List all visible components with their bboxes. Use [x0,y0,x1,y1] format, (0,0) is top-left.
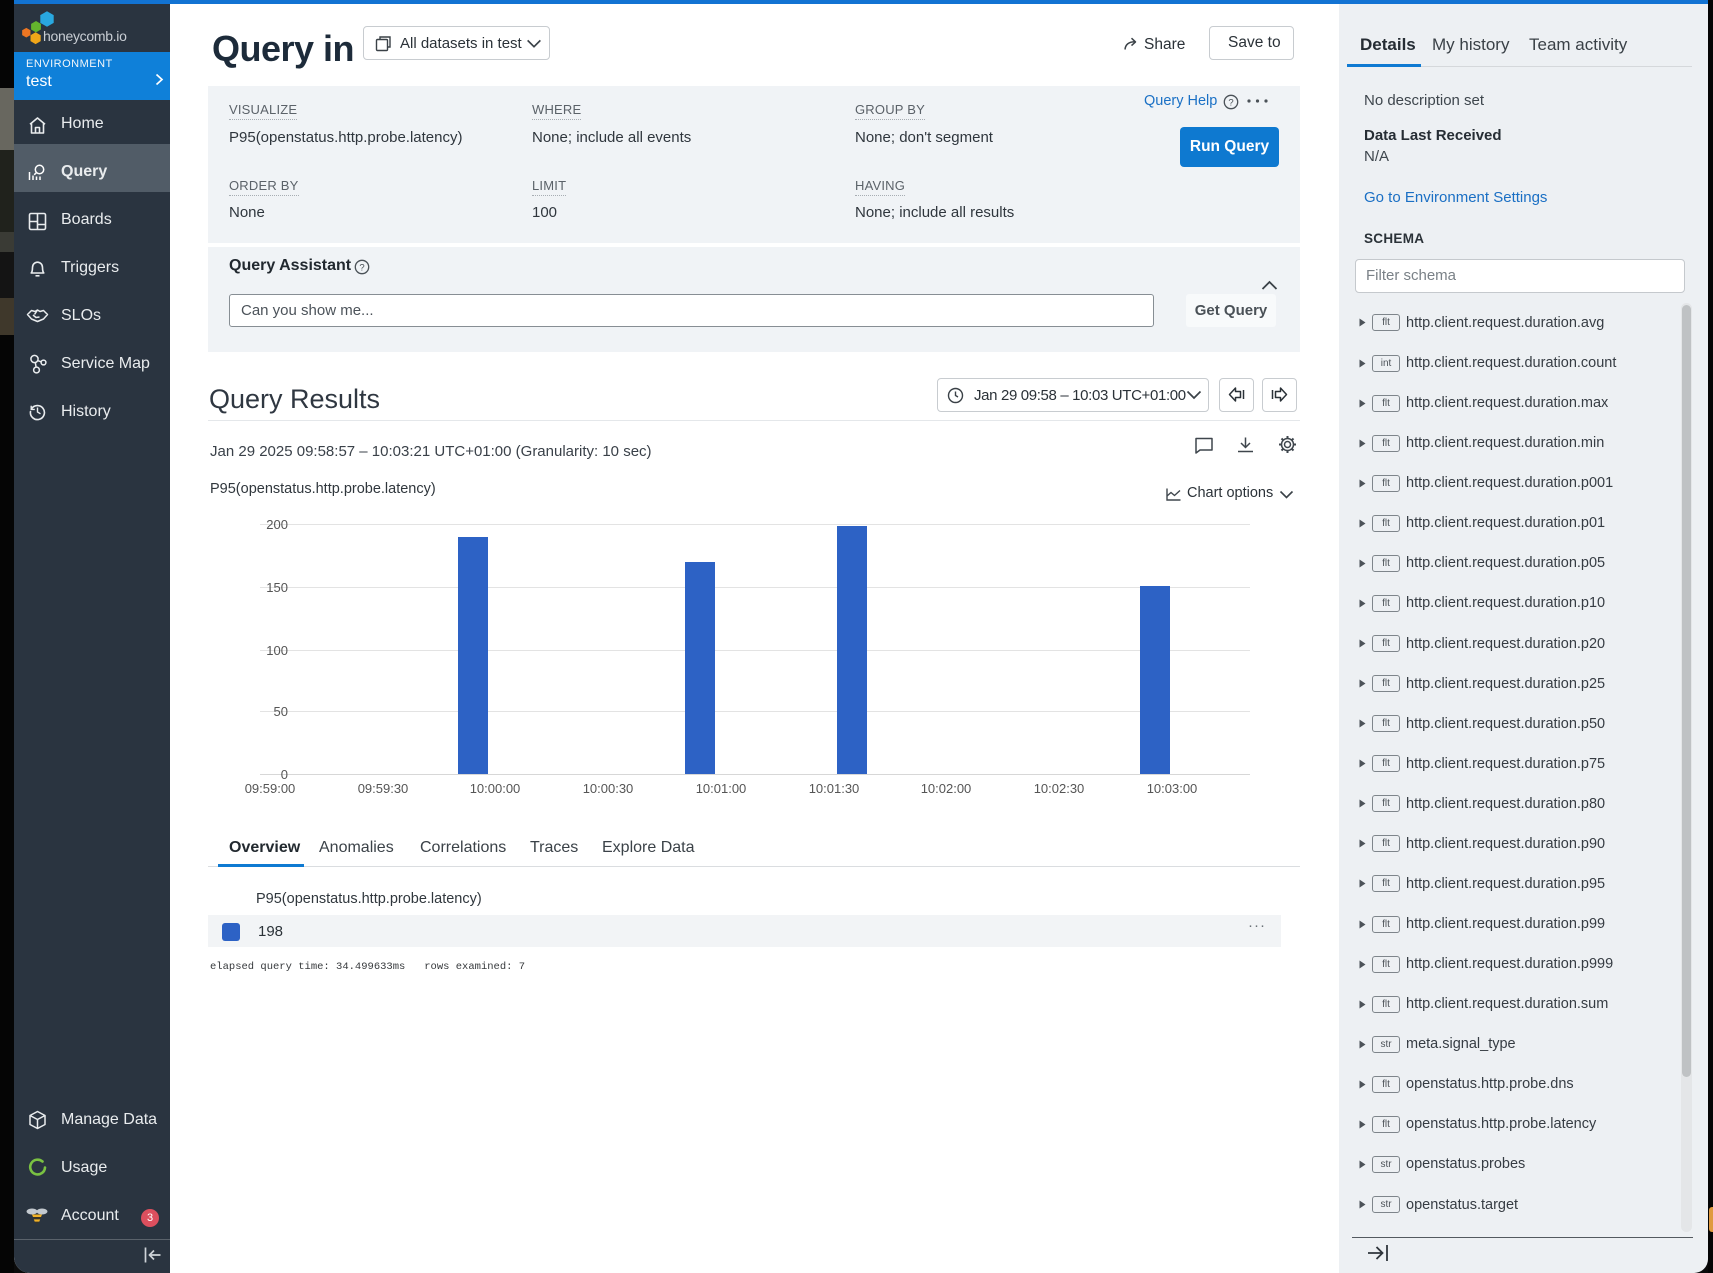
svg-text:honeycomb.io: honeycomb.io [43,28,127,44]
svg-text:?: ? [359,262,364,273]
svg-text:?: ? [1228,97,1233,108]
